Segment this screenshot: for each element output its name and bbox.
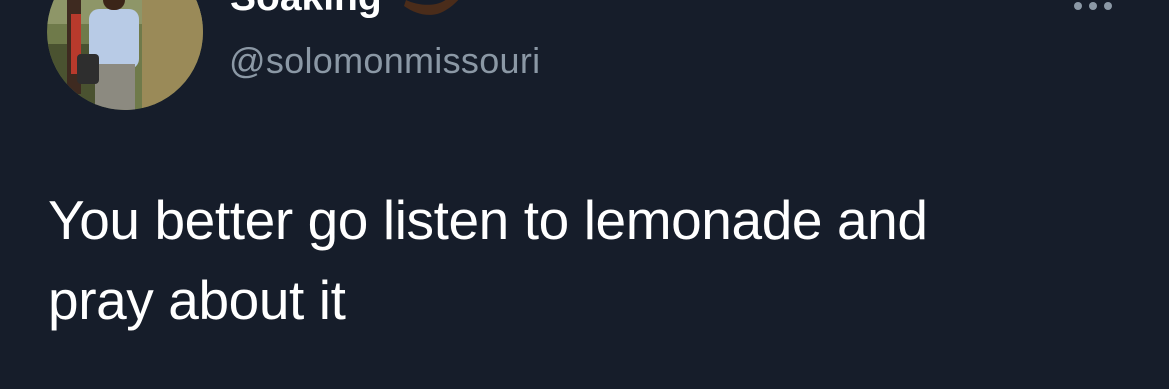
avatar[interactable] — [47, 0, 203, 110]
tweet-text-line: You better go listen to lemonade and — [48, 189, 928, 251]
user-handle[interactable]: @solomonmissouri — [229, 43, 540, 79]
tweet[interactable]: Soaking @solomonmissouri You better go l… — [0, 0, 1169, 389]
avatar-photo — [47, 0, 203, 110]
tweet-text: You better go listen to lemonade and pra… — [48, 180, 1128, 340]
flexed-biceps-icon — [404, 0, 459, 15]
ellipsis-icon[interactable] — [1068, 0, 1118, 16]
display-name[interactable]: Soaking — [230, 0, 382, 17]
tweet-text-line: pray about it — [48, 269, 346, 331]
